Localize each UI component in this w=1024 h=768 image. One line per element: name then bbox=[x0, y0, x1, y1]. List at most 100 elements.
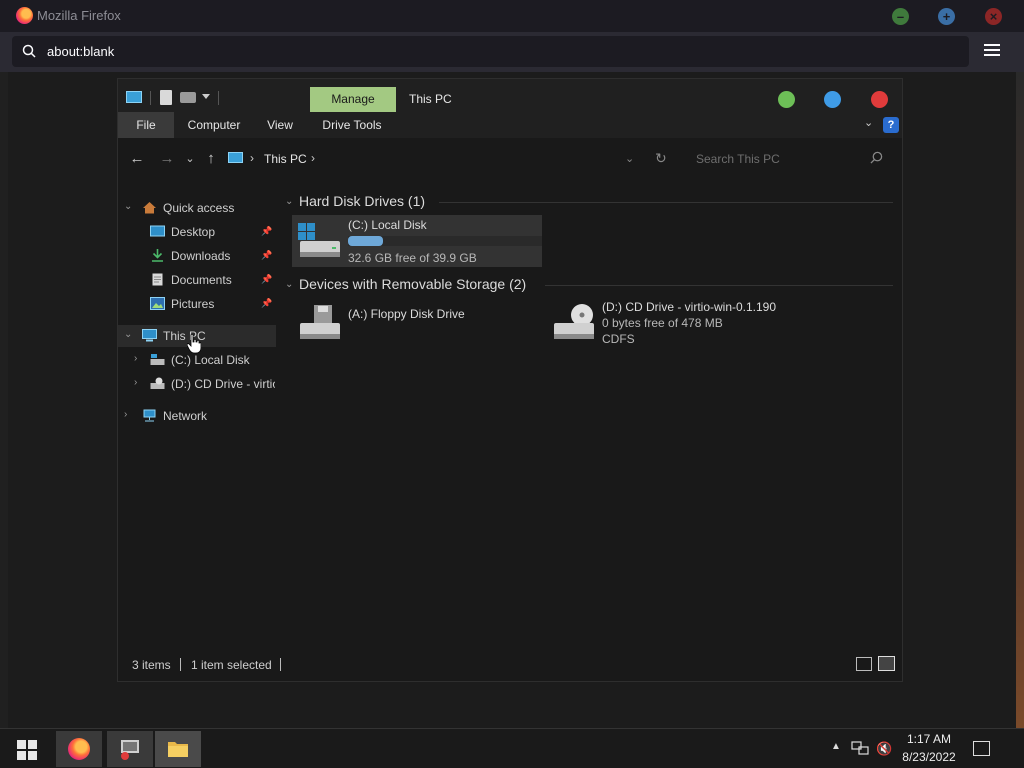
url-bar[interactable]: about:blank bbox=[12, 36, 969, 67]
navigation-pane: ⌄ Quick access Desktop 📌 Downloads 📌 Doc… bbox=[118, 182, 278, 652]
sidebar-item-desktop[interactable]: Desktop 📌 bbox=[118, 221, 276, 243]
explorer-minimize-button[interactable] bbox=[778, 91, 795, 108]
desktop-icon bbox=[150, 225, 165, 237]
taskbar-firefox[interactable] bbox=[56, 731, 102, 767]
cd-drive-icon bbox=[150, 377, 165, 389]
sidebar-item-downloads[interactable]: Downloads 📌 bbox=[118, 245, 276, 267]
status-separator bbox=[280, 658, 281, 671]
chevron-down-icon[interactable]: ⌄ bbox=[124, 329, 132, 340]
folder-icon bbox=[168, 742, 188, 757]
large-icons-view-icon[interactable] bbox=[878, 656, 895, 671]
sidebar-item-label: Network bbox=[163, 409, 208, 423]
firefox-minimize-button[interactable] bbox=[892, 8, 909, 25]
up-button[interactable]: ↑ bbox=[203, 150, 219, 168]
firefox-titlebar: Mozilla Firefox bbox=[0, 0, 1024, 32]
pin-icon[interactable]: 📌 bbox=[261, 274, 272, 284]
taskbar: ▲ 🔇 1:17 AM 8/23/2022 bbox=[0, 728, 1024, 768]
firefox-logo-icon bbox=[16, 7, 33, 24]
file-explorer-window: Manage This PC File Computer View Drive … bbox=[117, 78, 903, 682]
group-header-hard-disks[interactable]: ⌄ Hard Disk Drives (1) bbox=[283, 191, 897, 213]
notification-icon[interactable] bbox=[973, 741, 990, 756]
explorer-close-button[interactable] bbox=[871, 91, 888, 108]
drive-tile-d[interactable]: (D:) CD Drive - virtio-win-0.1.190 0 byt… bbox=[546, 297, 846, 349]
sidebar-item-label: Quick access bbox=[163, 201, 235, 215]
help-icon[interactable]: ? bbox=[883, 117, 899, 133]
tab-computer[interactable]: Computer bbox=[178, 112, 250, 138]
pin-icon[interactable]: 📌 bbox=[261, 250, 272, 260]
details-view-icon[interactable] bbox=[856, 657, 872, 671]
drive-tile-c[interactable]: (C:) Local Disk 32.6 GB free of 39.9 GB bbox=[292, 215, 542, 267]
breadcrumb-chevron-icon[interactable]: › bbox=[311, 151, 315, 165]
network-icon bbox=[143, 409, 156, 422]
explorer-maximize-button[interactable] bbox=[824, 91, 841, 108]
disk-usage-fill bbox=[348, 236, 383, 246]
start-button[interactable] bbox=[17, 740, 37, 760]
tab-file[interactable]: File bbox=[118, 112, 174, 138]
sidebar-item-label: Pictures bbox=[171, 297, 215, 311]
status-separator bbox=[180, 658, 181, 671]
drive-name: (D:) CD Drive - virtio-win-0.1.190 bbox=[602, 300, 777, 314]
firefox-close-button[interactable] bbox=[985, 8, 1002, 25]
menu-icon[interactable] bbox=[984, 44, 1000, 58]
sidebar-item-quick-access[interactable]: ⌄ Quick access bbox=[118, 197, 276, 219]
floppy-drive-icon bbox=[300, 305, 340, 339]
properties-icon[interactable] bbox=[160, 90, 172, 105]
taskbar-file-explorer[interactable] bbox=[155, 731, 201, 767]
drive-tile-a[interactable]: (A:) Floppy Disk Drive bbox=[292, 297, 542, 349]
search-icon[interactable] bbox=[870, 151, 883, 164]
chevron-right-icon[interactable]: › bbox=[134, 377, 137, 388]
pin-icon[interactable]: 📌 bbox=[261, 298, 272, 308]
back-button[interactable]: ← bbox=[129, 150, 145, 168]
group-header-removable[interactable]: ⌄ Devices with Removable Storage (2) bbox=[283, 274, 897, 296]
home-star-icon bbox=[143, 202, 156, 214]
explorer-titlebar: Manage This PC bbox=[118, 79, 902, 112]
group-title: Hard Disk Drives (1) bbox=[299, 193, 426, 209]
pin-icon[interactable]: 📌 bbox=[261, 226, 272, 236]
sidebar-item-network[interactable]: › Network bbox=[118, 405, 276, 427]
status-bar: 3 items 1 item selected bbox=[118, 652, 902, 678]
volume-muted-icon[interactable]: 🔇 bbox=[876, 741, 894, 757]
recent-locations-button[interactable]: ⌄ bbox=[182, 150, 198, 168]
desktop-wallpaper-edge bbox=[1016, 72, 1024, 728]
chevron-down-icon[interactable]: ⌄ bbox=[285, 279, 293, 290]
cd-drive-icon bbox=[554, 304, 594, 339]
explorer-window-title: This PC bbox=[409, 92, 452, 106]
taskbar-app-network-error[interactable] bbox=[107, 731, 153, 767]
hard-drive-icon bbox=[150, 354, 165, 365]
firefox-maximize-button[interactable] bbox=[938, 8, 955, 25]
forward-button[interactable]: → bbox=[159, 150, 175, 168]
group-divider bbox=[439, 202, 893, 203]
chevron-right-icon[interactable]: › bbox=[124, 409, 127, 420]
firefox-logo-icon bbox=[68, 738, 90, 760]
clock-time[interactable]: 1:17 AM bbox=[901, 732, 957, 746]
show-hidden-icons-chevron-icon[interactable]: ▲ bbox=[831, 741, 841, 752]
chevron-down-icon[interactable]: ⌄ bbox=[124, 201, 132, 212]
clock-date[interactable]: 8/23/2022 bbox=[898, 750, 960, 764]
customize-qa-dropdown-icon[interactable] bbox=[202, 94, 210, 99]
manage-tab[interactable]: Manage bbox=[310, 87, 396, 112]
firefox-window-title: Mozilla Firefox bbox=[37, 8, 121, 23]
refresh-icon[interactable]: ↻ bbox=[655, 150, 667, 167]
page-left-edge bbox=[0, 72, 8, 728]
search-input[interactable]: Search This PC bbox=[686, 144, 890, 172]
chevron-right-icon[interactable]: › bbox=[134, 353, 137, 364]
pc-icon[interactable] bbox=[126, 91, 142, 103]
ribbon-expand-icon[interactable]: ⌄ bbox=[864, 118, 874, 129]
url-text[interactable]: about:blank bbox=[47, 44, 114, 59]
group-title: Devices with Removable Storage (2) bbox=[299, 276, 527, 292]
hand-cursor-icon bbox=[187, 334, 201, 354]
status-selected-count: 1 item selected bbox=[191, 658, 272, 672]
sidebar-item-d-drive[interactable]: › (D:) CD Drive - virtio bbox=[118, 373, 276, 395]
group-divider bbox=[545, 285, 893, 286]
chevron-down-icon[interactable]: ⌄ bbox=[285, 196, 293, 207]
tab-view[interactable]: View bbox=[258, 112, 302, 138]
status-item-count: 3 items bbox=[132, 658, 171, 672]
sidebar-item-documents[interactable]: Documents 📌 bbox=[118, 269, 276, 291]
tab-drive-tools[interactable]: Drive Tools bbox=[314, 112, 390, 138]
sidebar-item-pictures[interactable]: Pictures 📌 bbox=[118, 293, 276, 315]
network-icon[interactable] bbox=[851, 741, 869, 757]
breadcrumb-this-pc[interactable]: This PC bbox=[264, 152, 307, 166]
address-dropdown-icon[interactable]: ⌄ bbox=[625, 152, 634, 165]
new-folder-icon[interactable] bbox=[180, 92, 196, 103]
breadcrumb-chevron-icon[interactable]: › bbox=[250, 151, 254, 165]
